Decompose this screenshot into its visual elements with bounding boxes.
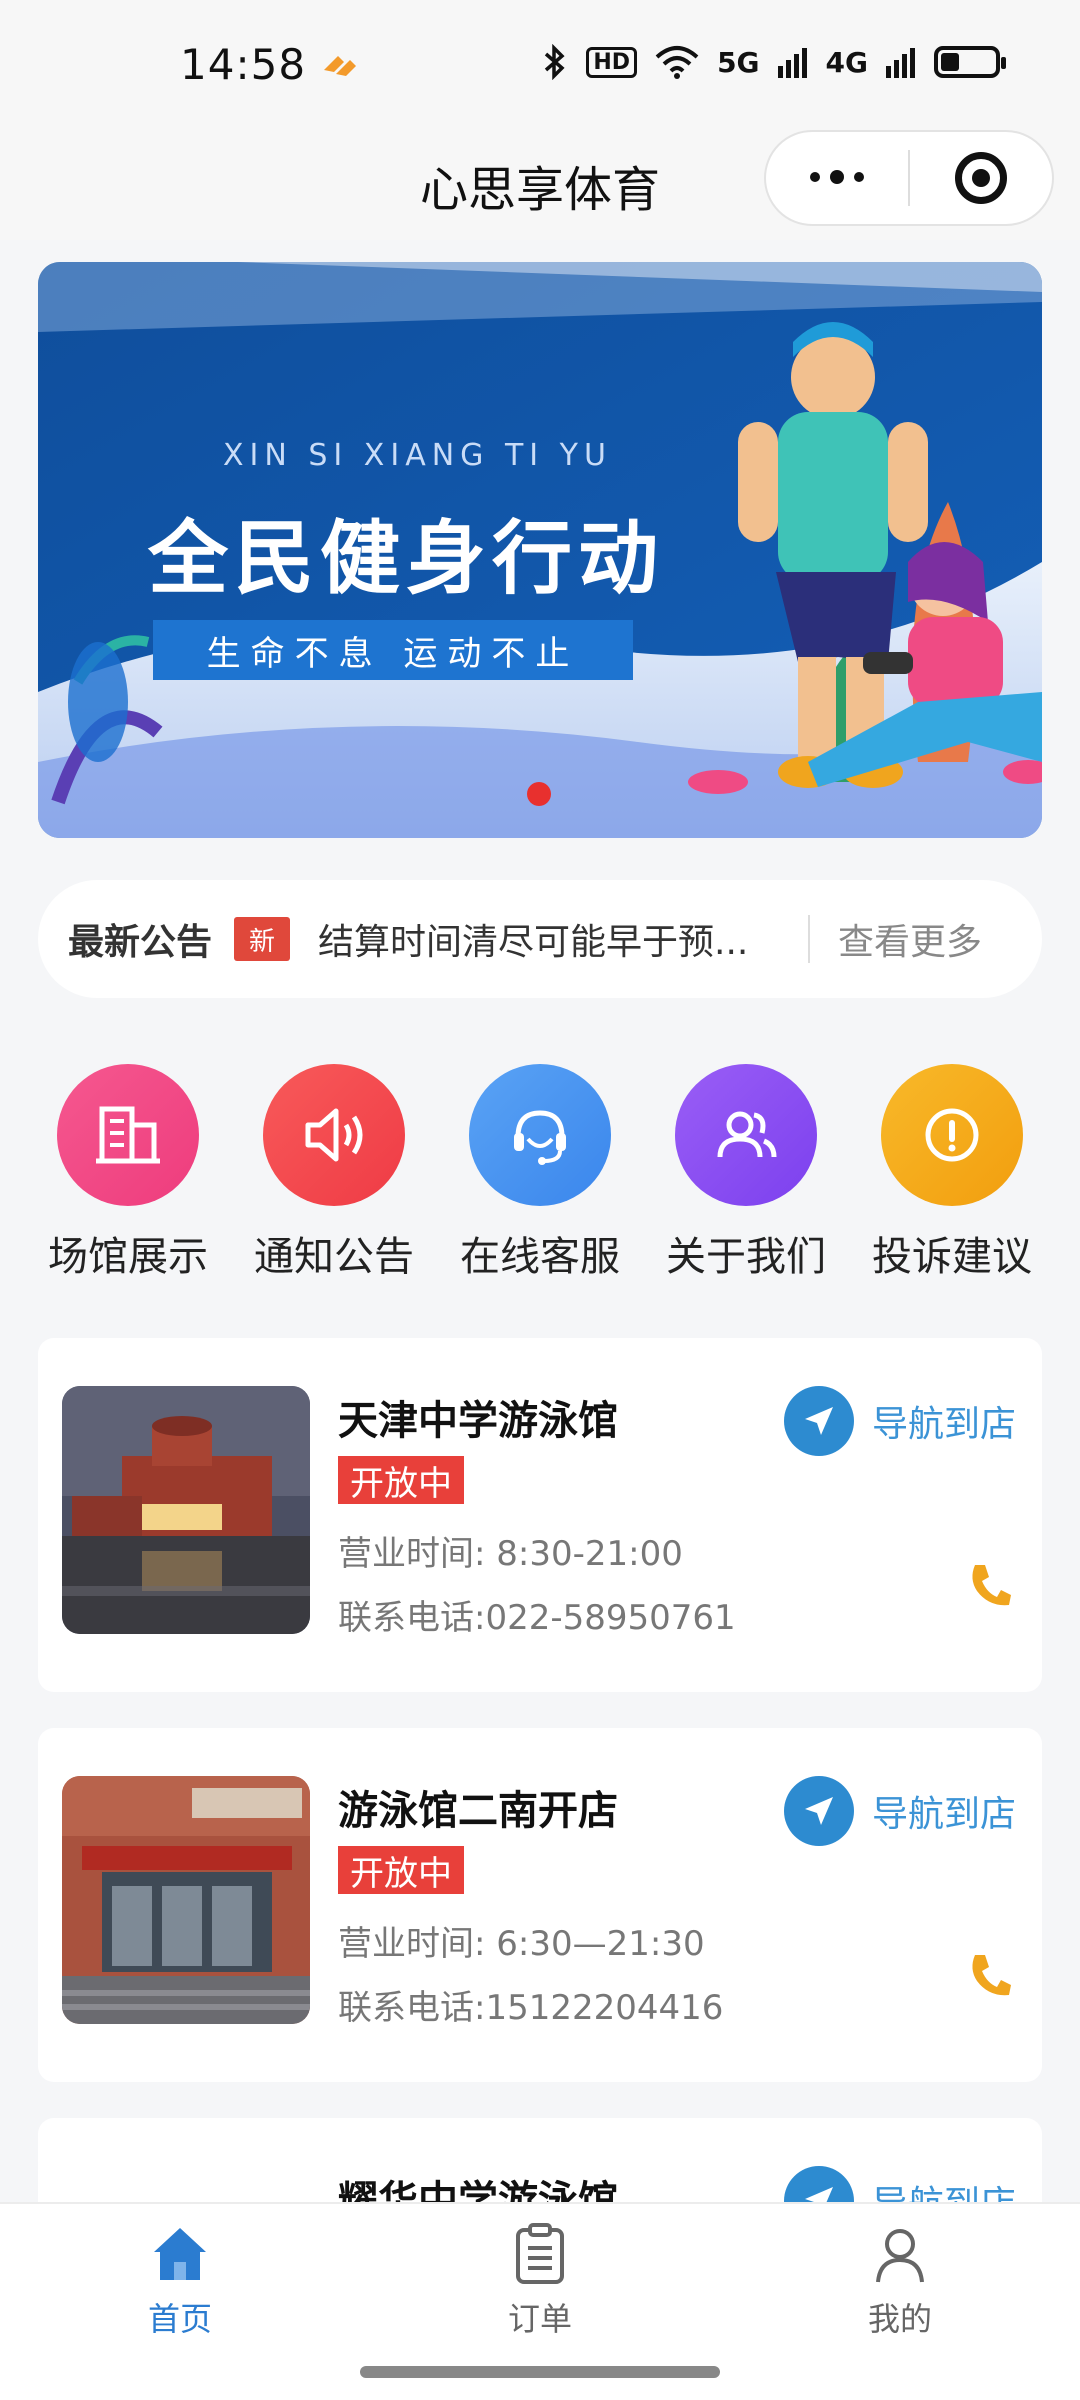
signal-icon-1 [777, 48, 807, 78]
network-5g-label: 5G [717, 45, 760, 79]
venue-name: 游泳馆二南开店 [338, 1788, 618, 1834]
status-time: 14:58 [180, 40, 307, 89]
status-bar: 14:58 HD 5G 4G [0, 0, 1080, 130]
app-notification-icon [324, 56, 356, 76]
new-badge: 新 [234, 917, 291, 961]
view-more-link[interactable]: 查看更多 [838, 913, 982, 965]
battery-icon [934, 46, 1006, 78]
venue-photo [62, 1386, 310, 1634]
venue-phone: 联系电话:022-58950761 [338, 1598, 736, 1638]
tab-label: 订单 [507, 2300, 572, 2338]
quick-label: 场馆展示 [48, 1234, 208, 1280]
status-badge: 开放中 [338, 1846, 464, 1894]
venue-hours: 营业时间: 6:30—21:30 [338, 1924, 705, 1964]
speaker-icon [263, 1064, 405, 1206]
more-options-button[interactable] [766, 170, 908, 184]
venue-hours: 营业时间: 8:30-21:00 [338, 1534, 683, 1574]
headset-icon [469, 1064, 611, 1206]
navigate-label: 导航到店 [871, 1404, 1016, 1445]
banner-title: 全民健身行动 [148, 512, 664, 605]
navigation-arrow-icon [783, 1386, 854, 1456]
venue-phone: 联系电话:15122204416 [338, 1988, 724, 2028]
signal-icon-2 [886, 48, 915, 78]
notice-bar[interactable]: 最新公告 新 结算时间清尽可能早于预... 查看更多 [38, 880, 1042, 998]
tab-label: 我的 [867, 2300, 932, 2338]
users-icon [675, 1064, 817, 1206]
navigate-button[interactable]: 导航到店 [783, 1386, 1016, 1456]
tab-home[interactable]: 首页 [80, 2222, 280, 2340]
notice-divider [808, 915, 811, 963]
quick-label: 投诉建议 [872, 1234, 1032, 1280]
quick-label: 通知公告 [254, 1234, 414, 1280]
banner-slogan: 生命不息 运动不止 [153, 620, 633, 680]
quick-menu: 场馆展示 通知公告 在线客服 关于我们 投诉建议 [38, 1064, 1042, 1282]
phone-call-icon[interactable] [962, 1948, 1016, 2002]
target-icon [954, 152, 1007, 204]
bluetooth-icon [545, 44, 565, 80]
venue-name: 天津中学游泳馆 [338, 1398, 618, 1444]
mini-program-nav-bar: 心思享体育 [0, 130, 1080, 240]
promo-banner[interactable]: XIN SI XIANG TI YU 全民健身行动 生命不息 运动不止 [38, 262, 1042, 838]
navigate-label: 导航到店 [871, 1794, 1016, 1835]
quick-label: 关于我们 [666, 1234, 826, 1280]
capsule-menu [764, 130, 1054, 226]
quick-item-venues[interactable]: 场馆展示 [38, 1064, 218, 1282]
wifi-icon [655, 46, 699, 79]
quick-label: 在线客服 [460, 1234, 620, 1280]
quick-item-about[interactable]: 关于我们 [656, 1064, 836, 1282]
venue-card[interactable]: 天津中学游泳馆 开放中 营业时间: 8:30-21:00 联系电话:022-58… [38, 1338, 1042, 1692]
home-indicator[interactable] [360, 2366, 720, 2378]
banner-subtitle: XIN SI XIANG TI YU [223, 438, 612, 473]
phone-call-icon[interactable] [962, 1558, 1016, 1612]
user-icon [876, 2229, 924, 2283]
clipboard-icon [516, 2223, 564, 2284]
tab-profile[interactable]: 我的 [800, 2222, 1000, 2340]
status-icons: HD 5G 4G [542, 44, 1006, 80]
tab-label: 首页 [147, 2300, 212, 2338]
exclamation-icon [881, 1064, 1023, 1206]
status-badge: 开放中 [338, 1456, 464, 1504]
venue-photo [62, 1776, 310, 2024]
home-icon [154, 2228, 206, 2280]
quick-item-notices[interactable]: 通知公告 [244, 1064, 424, 1282]
hd-badge: HD [586, 46, 638, 78]
navigation-arrow-icon [783, 1776, 854, 1846]
notice-text[interactable]: 结算时间清尽可能早于预... [318, 913, 788, 965]
network-4g-label: 4G [825, 45, 868, 79]
navigate-button[interactable]: 导航到店 [783, 1776, 1016, 1846]
tab-orders[interactable]: 订单 [440, 2222, 640, 2340]
carousel-indicator[interactable] [527, 782, 551, 806]
close-mini-program-button[interactable] [910, 152, 1052, 204]
venue-card[interactable]: 游泳馆二南开店 开放中 营业时间: 6:30—21:30 联系电话:151222… [38, 1728, 1042, 2082]
building-icon [57, 1064, 199, 1206]
quick-item-support[interactable]: 在线客服 [450, 1064, 630, 1282]
quick-item-feedback[interactable]: 投诉建议 [862, 1064, 1042, 1282]
notice-label: 最新公告 [68, 922, 213, 963]
